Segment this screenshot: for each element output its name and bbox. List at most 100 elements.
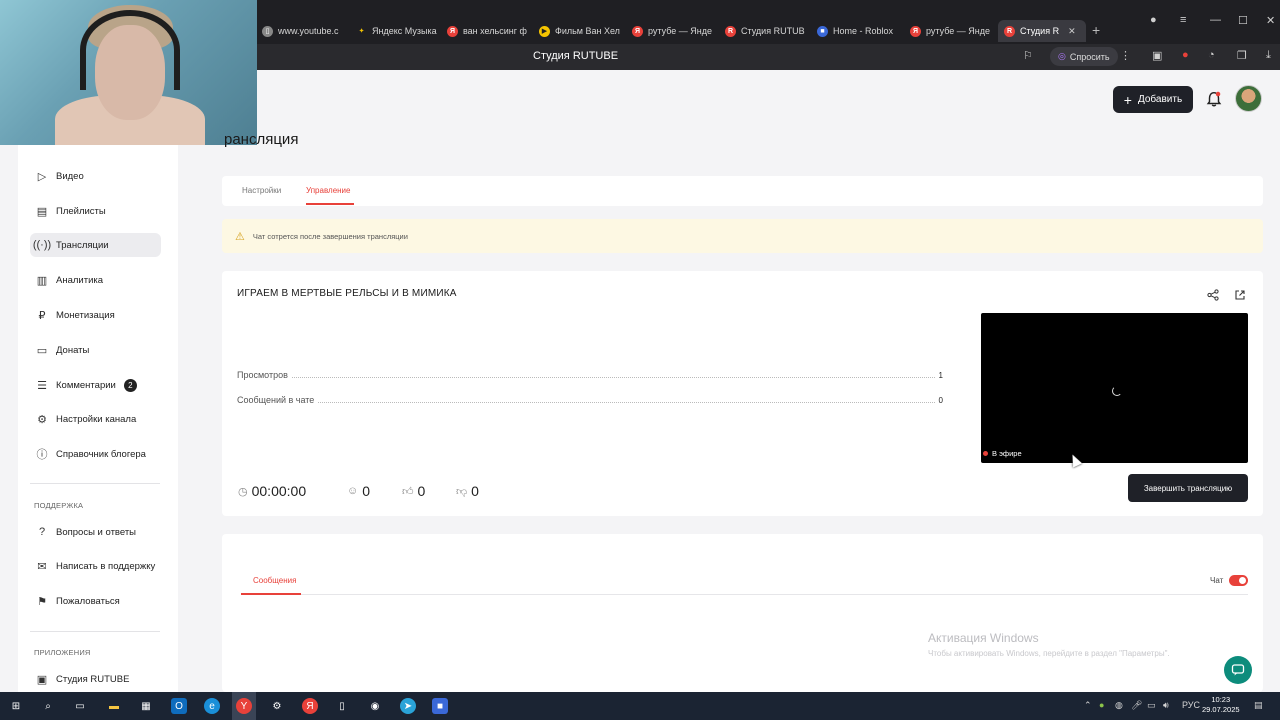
sidebar-item-label: Настройки канала	[56, 413, 137, 425]
telegram-icon[interactable]: ➤	[400, 698, 416, 714]
browser-tab[interactable]: ▶ Фильм Ван Хел	[539, 20, 621, 42]
analytics-icon: ▥	[36, 274, 48, 287]
clock-date: 29.07.2025	[1202, 705, 1240, 714]
tab-management[interactable]: Управление	[306, 186, 350, 195]
document-icon[interactable]: ▯	[334, 698, 350, 714]
browser-tab-active[interactable]: R Студия R ✕	[998, 20, 1086, 42]
viewers-metric: ☺ 0	[347, 483, 370, 499]
sidebar-item-label: Написать в поддержку	[56, 560, 156, 572]
viewers-value: 0	[362, 483, 371, 499]
page-title-bar[interactable]: Студия RUTUBE	[533, 50, 618, 62]
settings-icon[interactable]: ⚙	[269, 698, 285, 714]
search-icon[interactable]: ⌕	[40, 698, 56, 714]
open-external-icon[interactable]	[1233, 288, 1247, 302]
active-tab-indicator	[306, 203, 354, 205]
file-explorer-icon[interactable]: ▬	[106, 698, 122, 714]
volume-icon[interactable]: 🔊︎	[1163, 700, 1169, 711]
downloads-icon[interactable]: ⤓	[1266, 49, 1271, 62]
rutube-icon: R	[725, 25, 736, 37]
bell-icon[interactable]	[1205, 90, 1223, 108]
more-icon[interactable]: ⋮	[1120, 49, 1131, 62]
record-icon[interactable]: ●	[1182, 49, 1189, 61]
obs-icon[interactable]: ◉	[367, 698, 383, 714]
end-stream-button[interactable]: Завершить трансляцию	[1128, 474, 1248, 502]
thumbs-up-icon: 👍︎	[402, 485, 414, 498]
maximize-button[interactable]: ☐	[1238, 14, 1248, 27]
roblox-icon[interactable]: ■	[432, 698, 448, 714]
browser-tab[interactable]: R Студия RUTUB	[725, 20, 807, 42]
warning-text: Чат сотрется после завершения трансляции	[252, 231, 408, 241]
sidebar-item-faq[interactable]: ? Вопросы и ответы	[30, 520, 161, 544]
browser-tab[interactable]: Я рутубе — Янде	[910, 20, 992, 42]
chat-toggle-label: Чат	[1210, 576, 1224, 585]
chat-toggle[interactable]	[1229, 575, 1248, 586]
roblox-icon: ■	[817, 25, 828, 37]
stat-value: 0	[938, 396, 943, 405]
flag-icon: ⚑	[37, 595, 47, 608]
sidebar-item-blogger-guide[interactable]: ⓘ Справочник блогера	[30, 442, 161, 466]
share-icon[interactable]	[1206, 288, 1220, 302]
tab-label: www.youtube.c	[278, 26, 339, 36]
info-icon: ⓘ	[36, 449, 48, 461]
windows-start-icon[interactable]: ⊞	[8, 698, 24, 714]
notifications-icon[interactable]: ▤	[1254, 700, 1263, 711]
chat-divider	[241, 594, 1248, 595]
language-indicator[interactable]: РУС	[1182, 700, 1200, 710]
system-clock[interactable]: 10:23 29.07.2025	[1202, 695, 1240, 715]
tab-messages[interactable]: Сообщения	[253, 576, 296, 585]
sidebar-item-channel-settings[interactable]: ⚙ Настройки канала	[30, 407, 161, 431]
tab-settings[interactable]: Настройки	[242, 186, 281, 195]
calculator-icon[interactable]: ▦	[138, 698, 154, 714]
extension-icon[interactable]: ▣	[1152, 49, 1162, 62]
sidebar-item-donations[interactable]: ▭ Донаты	[30, 338, 161, 362]
yandex-browser-icon[interactable]: Y	[236, 698, 252, 714]
sidebar-item-comments[interactable]: ☰ Комментарии 2	[30, 373, 161, 397]
help-chat-button[interactable]	[1224, 656, 1252, 684]
network-icon[interactable]: ▭	[1147, 700, 1156, 711]
menu-icon[interactable]: ≡	[1180, 14, 1186, 26]
browser-tab[interactable]: ■ Home - Roblox	[817, 20, 899, 42]
apps-heading: ПРИЛОЖЕНИЯ	[34, 648, 91, 657]
close-tab-icon[interactable]: ✕	[1068, 26, 1076, 37]
sidebar-item-broadcasts[interactable]: ((·)) Трансляции	[30, 233, 161, 257]
ask-button[interactable]: ◎ Спросить	[1050, 47, 1118, 66]
loading-spinner	[1112, 386, 1122, 396]
collections-icon[interactable]: ❐	[1237, 49, 1247, 62]
add-button[interactable]: + Добавить	[1113, 86, 1193, 113]
microphone-icon[interactable]: 🎤︎	[1131, 700, 1142, 711]
live-dot-icon	[983, 451, 988, 456]
sidebar-item-video[interactable]: ▷ Видео	[30, 164, 161, 188]
browser-tab[interactable]: ✦ Яндекс Музыка	[356, 20, 438, 42]
sidebar-item-label: Комментарии	[56, 379, 116, 391]
sidebar: ▷ Видео ▤ Плейлисты ((·)) Трансляции ▥ А…	[18, 145, 178, 692]
likes-value: 0	[417, 483, 426, 499]
bookmark-icon[interactable]: ⚐	[1023, 49, 1033, 62]
new-tab-button[interactable]: +	[1092, 22, 1100, 38]
tray-app-icon[interactable]: ●	[1099, 700, 1104, 710]
browser-tab[interactable]: Я ван хельсинг ф	[447, 20, 529, 42]
outlook-icon[interactable]: O	[171, 698, 187, 714]
sidebar-item-label: Студия RUTUBE	[56, 673, 130, 685]
profile-icon[interactable]: ●	[1150, 14, 1157, 26]
sidebar-item-label: Пожаловаться	[56, 595, 120, 607]
sidebar-item-contact-support[interactable]: ✉ Написать в поддержку	[30, 554, 161, 578]
avatar[interactable]	[1235, 85, 1262, 112]
sidebar-item-playlists[interactable]: ▤ Плейлисты	[30, 199, 161, 223]
sidebar-item-report[interactable]: ⚑ Пожаловаться	[30, 589, 161, 613]
tray-app-icon[interactable]: ◍	[1115, 700, 1123, 711]
yandex-icon[interactable]: Я	[302, 698, 318, 714]
edge-icon[interactable]: e	[204, 698, 220, 714]
task-view-icon[interactable]: ▭	[72, 698, 88, 714]
broadcast-icon: ((·))	[32, 239, 52, 251]
minimize-button[interactable]: —	[1210, 14, 1221, 26]
browser-tab[interactable]: Я рутубе — Янде	[632, 20, 714, 42]
tab-label: рутубе — Янде	[926, 26, 991, 36]
close-window-button[interactable]: ✕	[1266, 14, 1275, 27]
sidebar-item-monetization[interactable]: ₽ Монетизация	[30, 303, 161, 327]
download-icon[interactable]: ◔	[1208, 49, 1215, 61]
sidebar-item-analytics[interactable]: ▥ Аналитика	[30, 268, 161, 292]
tray-expand-icon[interactable]: ⌃	[1084, 700, 1092, 711]
star-icon: ✦	[358, 28, 365, 35]
browser-tab[interactable]: ▯ www.youtube.c	[262, 20, 344, 42]
sidebar-item-studio-app[interactable]: ▣ Студия RUTUBE	[30, 667, 161, 691]
